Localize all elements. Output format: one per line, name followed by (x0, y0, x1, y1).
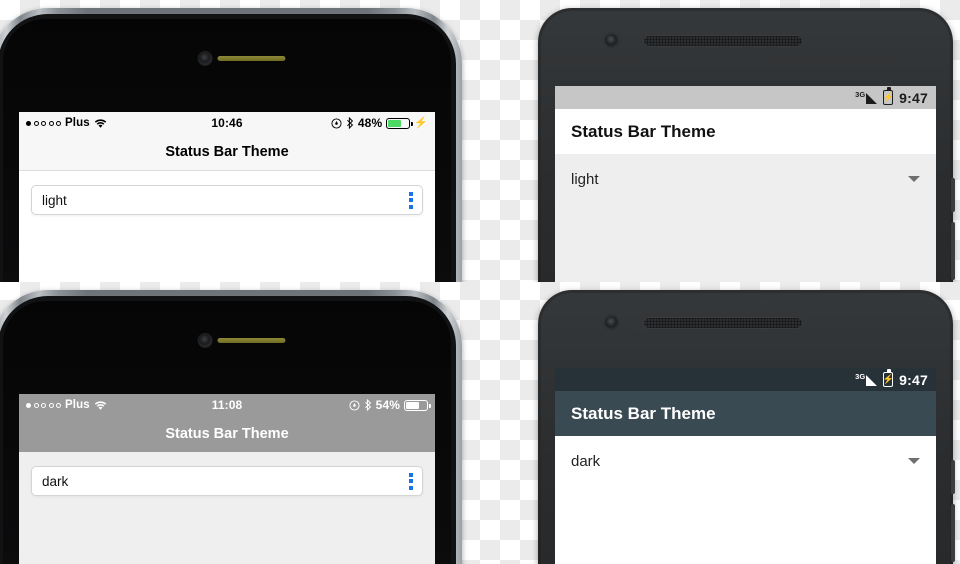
android-content-area: dark (555, 436, 936, 564)
carrier-label: Plus (65, 117, 90, 129)
ios-content-area: light (19, 171, 435, 282)
battery-icon (386, 117, 413, 129)
battery-percent-label: 54% (375, 398, 400, 412)
earpiece-speaker (217, 338, 286, 343)
ios-nav-bar-title: Status Bar Theme (19, 416, 435, 452)
status-left-group: Plus (26, 117, 211, 129)
battery-percent-label: 48% (357, 116, 383, 130)
battery-charging-icon: ⚡ (883, 369, 894, 387)
ios-status-bar: Plus 10:46 48% ⚡ (19, 112, 435, 134)
ios-content-area: dark (19, 452, 435, 564)
front-camera-icon (605, 34, 618, 47)
signal-triangle-icon: 3G (855, 371, 878, 387)
iphone-device-frame: Plus 10:46 48% ⚡ Status Bar Theme light (0, 8, 462, 282)
android-app-bar-title: Status Bar Theme (555, 109, 936, 154)
theme-select-value: light (571, 170, 599, 188)
android-screen: 3G ⚡ 9:47 Status Bar Theme dark (555, 368, 936, 564)
theme-select-value: dark (42, 473, 69, 489)
status-time: 11:08 (211, 398, 243, 412)
signal-strength-dots-icon (26, 402, 61, 408)
earpiece-speaker-grille (643, 35, 803, 47)
status-right-group: 54% (242, 398, 431, 412)
status-time: 9:47 (899, 371, 928, 388)
location-icon (349, 399, 360, 411)
earpiece-speaker-grille (643, 317, 803, 329)
android-app-bar-title: Status Bar Theme (555, 391, 936, 436)
battery-icon (404, 399, 431, 411)
status-time: 10:46 (211, 116, 243, 130)
android-content-area: light (555, 154, 936, 282)
vertical-dots-icon[interactable] (409, 191, 413, 209)
theme-select[interactable]: light (571, 154, 920, 204)
vertical-dots-icon[interactable] (409, 472, 413, 490)
power-button[interactable] (951, 460, 955, 494)
android-device-frame: 3G ⚡ 9:47 Status Bar Theme light (538, 8, 955, 282)
wifi-icon (94, 118, 106, 128)
status-time: 9:47 (899, 89, 928, 106)
front-camera-icon (198, 334, 212, 347)
status-right-group: 48% ⚡ (243, 116, 428, 130)
panel-ios-dark: Plus 11:08 54% Status Bar Theme dark (0, 282, 480, 564)
android-status-bar: 3G ⚡ 9:47 (555, 86, 936, 109)
bluetooth-icon (364, 399, 371, 411)
volume-rocker[interactable] (951, 504, 955, 562)
android-device-frame: 3G ⚡ 9:47 Status Bar Theme dark (538, 290, 955, 564)
panel-android-light: 3G ⚡ 9:47 Status Bar Theme light (480, 0, 960, 282)
android-status-bar: 3G ⚡ 9:47 (555, 368, 936, 391)
power-button[interactable] (951, 178, 955, 212)
panel-android-dark: 3G ⚡ 9:47 Status Bar Theme dark (480, 282, 960, 564)
signal-strength-dots-icon (26, 120, 61, 126)
theme-select[interactable]: dark (31, 466, 423, 496)
theme-select[interactable]: light (31, 185, 423, 215)
iphone-screen: Plus 11:08 54% Status Bar Theme dark (19, 394, 435, 564)
status-left-group: Plus (26, 399, 212, 411)
ios-nav-bar-title: Status Bar Theme (19, 134, 435, 171)
front-camera-icon (198, 52, 212, 65)
theme-select-value: dark (571, 452, 601, 470)
android-screen: 3G ⚡ 9:47 Status Bar Theme light (555, 86, 936, 282)
location-icon (331, 117, 342, 129)
iphone-screen: Plus 10:46 48% ⚡ Status Bar Theme light (19, 112, 435, 282)
earpiece-speaker (217, 56, 286, 61)
carrier-label: Plus (65, 399, 90, 411)
volume-rocker[interactable] (951, 222, 955, 280)
signal-triangle-icon: 3G (855, 89, 878, 105)
battery-charging-icon: ⚡ (883, 87, 894, 105)
caret-down-icon[interactable] (908, 176, 920, 182)
wifi-icon (94, 400, 106, 410)
network-type-label: 3G (855, 371, 866, 381)
network-type-label: 3G (855, 89, 866, 99)
lightning-bolt-icon: ⚡ (414, 116, 429, 129)
panel-ios-light: Plus 10:46 48% ⚡ Status Bar Theme light (0, 0, 480, 282)
iphone-device-frame: Plus 11:08 54% Status Bar Theme dark (0, 290, 462, 564)
theme-select[interactable]: dark (571, 436, 920, 486)
front-camera-icon (605, 316, 618, 329)
theme-select-value: light (42, 192, 67, 208)
bluetooth-icon (346, 117, 354, 129)
ios-status-bar: Plus 11:08 54% (19, 394, 435, 416)
caret-down-icon[interactable] (908, 458, 920, 464)
